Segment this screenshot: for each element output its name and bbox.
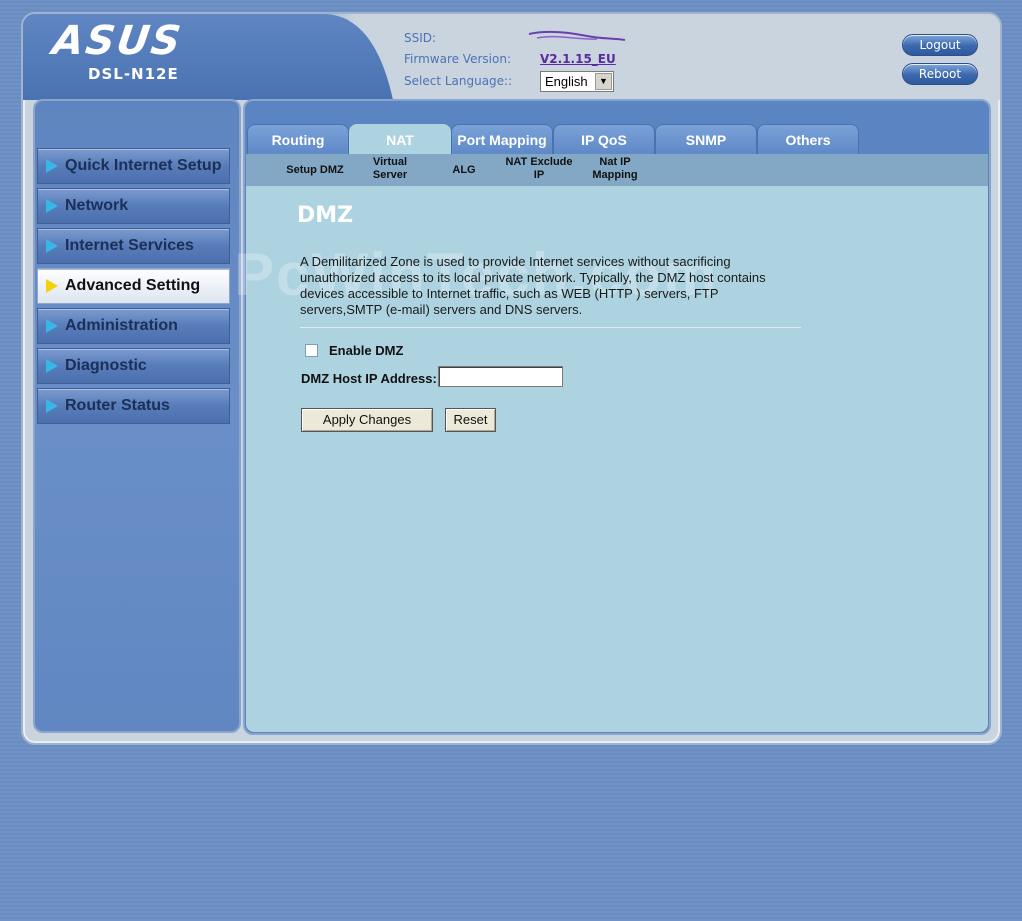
- page-description: A Demilitarized Zone is used to provide …: [300, 254, 766, 317]
- sidebar-item-quick-internet-setup[interactable]: Quick Internet Setup: [37, 148, 230, 184]
- chevron-down-icon[interactable]: ▼: [595, 73, 612, 90]
- asus-logo: ASUS: [49, 18, 186, 64]
- arrow-right-icon: [46, 359, 58, 373]
- language-select-value: English: [545, 74, 588, 89]
- arrow-right-icon: [46, 399, 58, 413]
- sidebar-item-network[interactable]: Network: [37, 188, 230, 224]
- tab-others[interactable]: Others: [757, 124, 859, 154]
- model-name: DSL-N12E: [88, 65, 179, 83]
- sidebar-item-label: Quick Internet Setup: [65, 157, 222, 174]
- subtab-label: IP: [533, 169, 545, 181]
- subtab-label: Virtual: [372, 156, 408, 168]
- firmware-label: Firmware Version:: [404, 52, 511, 66]
- subtab-label: Mapping: [592, 169, 638, 181]
- reset-button[interactable]: Reset: [445, 408, 496, 432]
- sidebar-item-advanced-setting[interactable]: Advanced Setting: [37, 268, 230, 304]
- subtab-nat-exclude-ip[interactable]: NAT Exclude IP: [500, 156, 578, 182]
- sidebar-item-label: Advanced Setting: [65, 277, 201, 294]
- sidebar-item-label: Diagnostic: [65, 357, 147, 374]
- firmware-version-link[interactable]: V2.1.15_EU: [540, 52, 616, 66]
- arrow-right-icon: [46, 199, 58, 213]
- divider: [300, 327, 801, 328]
- subtab-nat-ip-mapping[interactable]: Nat IP Mapping: [584, 156, 646, 182]
- ssid-label: SSID:: [404, 31, 437, 45]
- subtab-label: Setup DMZ: [286, 164, 344, 176]
- apply-changes-button[interactable]: Apply Changes: [301, 408, 433, 432]
- subtab-setup-dmz[interactable]: Setup DMZ: [282, 164, 348, 177]
- subtab-label: Server: [372, 169, 408, 181]
- sidebar-item-administration[interactable]: Administration: [37, 308, 230, 344]
- subtab-label: Nat IP: [599, 156, 631, 168]
- dmz-host-ip-input[interactable]: [438, 366, 563, 387]
- sidebar-item-router-status[interactable]: Router Status: [37, 388, 230, 424]
- enable-dmz-checkbox[interactable]: [305, 344, 318, 357]
- ssid-value-redacted: [528, 30, 626, 41]
- language-label: Select Language::: [404, 74, 513, 88]
- language-select[interactable]: English ▼: [540, 71, 614, 92]
- page-title: DMZ: [297, 203, 354, 228]
- sidebar-item-internet-services[interactable]: Internet Services: [37, 228, 230, 264]
- tab-port-mapping[interactable]: Port Mapping: [451, 124, 553, 154]
- subtab-label: ALG: [452, 164, 476, 176]
- sidebar-item-label: Network: [65, 197, 129, 214]
- logout-button[interactable]: Logout: [902, 34, 978, 56]
- arrow-right-icon: [46, 319, 58, 333]
- sidebar-item-label: Administration: [65, 317, 178, 334]
- dmz-host-ip-label: DMZ Host IP Address:: [301, 371, 437, 386]
- tab-routing[interactable]: Routing: [247, 124, 349, 154]
- sidebar-item-label: Internet Services: [65, 237, 194, 254]
- subtab-alg[interactable]: ALG: [446, 164, 482, 177]
- tab-nat[interactable]: NAT: [349, 124, 451, 154]
- enable-dmz-label: Enable DMZ: [329, 343, 404, 358]
- sidebar-item-label: Router Status: [65, 397, 170, 414]
- reboot-button[interactable]: Reboot: [902, 63, 978, 85]
- arrow-right-icon: [46, 239, 58, 253]
- subtab-virtual-server[interactable]: Virtual Server: [360, 156, 420, 182]
- arrow-right-icon: [46, 159, 58, 173]
- tab-ip-qos[interactable]: IP QoS: [553, 124, 655, 154]
- tab-snmp[interactable]: SNMP: [655, 124, 757, 154]
- arrow-right-icon: [46, 279, 58, 293]
- sidebar-item-diagnostic[interactable]: Diagnostic: [37, 348, 230, 384]
- subtab-label: NAT Exclude: [505, 156, 573, 168]
